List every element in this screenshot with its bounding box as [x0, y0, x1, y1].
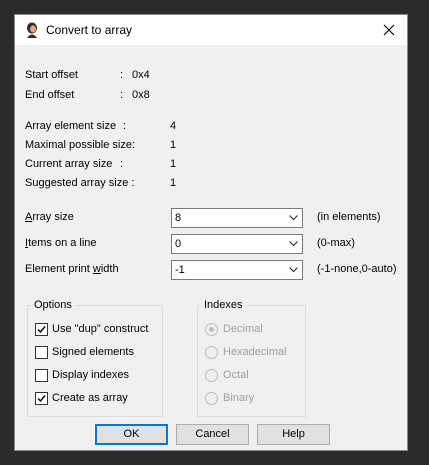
create-as-array-label: Create as array [52, 392, 128, 404]
ida-icon [27, 22, 37, 38]
radio-selected-dot [209, 327, 214, 332]
signed-elements-label: Signed elements [52, 346, 134, 358]
chevron-down-icon [289, 241, 298, 247]
start-offset-colon: : [120, 69, 124, 81]
element-print-width-label: Element print width [25, 263, 119, 275]
element-print-width-value: -1 [175, 264, 185, 276]
close-icon [383, 24, 395, 36]
array-element-size-colon: : [123, 120, 127, 132]
use-dup-label: Use "dup" construct [52, 323, 149, 335]
array-size-hint: (in elements) [317, 211, 381, 223]
suggested-array-size-value: 1 [170, 177, 177, 189]
element-print-width-combo[interactable]: -1 [171, 260, 303, 280]
binary-label: Binary [223, 392, 255, 404]
current-array-size-value: 1 [170, 158, 177, 170]
array-size-combo[interactable]: 8 [171, 208, 303, 228]
convert-to-array-dialog: Convert to array Start offset : 0x4 End … [14, 14, 408, 451]
array-size-value: 8 [175, 212, 182, 224]
array-element-size-value: 4 [170, 120, 177, 132]
items-on-line-hint: (0-max) [317, 237, 355, 249]
decimal-radio[interactable] [205, 323, 218, 336]
display-indexes-label: Display indexes [52, 369, 130, 381]
cancel-button[interactable]: Cancel [176, 424, 249, 445]
start-offset-label: Start offset [25, 69, 78, 81]
options-group-title: Options [31, 299, 75, 311]
chevron-down-icon [289, 215, 298, 221]
items-on-line-label: Items on a line [25, 237, 97, 249]
items-on-line-combo[interactable]: 0 [171, 234, 303, 254]
binary-radio[interactable] [205, 392, 218, 405]
end-offset-label: End offset [25, 89, 75, 101]
end-offset-value: 0x8 [132, 89, 150, 101]
maximal-possible-size-label: Maximal possible size: [25, 139, 136, 151]
chevron-down-icon [289, 267, 298, 273]
current-array-size-colon: : [120, 158, 124, 170]
array-element-size-label: Array element size [25, 120, 117, 132]
maximal-possible-size-value: 1 [170, 139, 177, 151]
octal-label: Octal [223, 369, 249, 381]
signed-elements-checkbox[interactable] [35, 346, 48, 359]
suggested-array-size-label: Suggested array size : [25, 177, 135, 189]
checkmark-icon [37, 326, 46, 334]
ok-button[interactable]: OK [95, 424, 168, 445]
display-indexes-checkbox[interactable] [35, 369, 48, 382]
indexes-group-title: Indexes [201, 299, 246, 311]
use-dup-checkbox[interactable] [35, 323, 48, 336]
element-print-width-hint: (-1-none,0-auto) [317, 263, 397, 275]
title-bar[interactable]: Convert to array [15, 15, 407, 45]
dialog-title: Convert to array [46, 23, 133, 37]
end-offset-colon: : [120, 89, 124, 101]
current-array-size-label: Current array size [25, 158, 113, 170]
decimal-label: Decimal [223, 323, 263, 335]
items-on-line-value: 0 [175, 238, 182, 250]
array-size-label: Array size [25, 211, 74, 223]
help-button[interactable]: Help [257, 424, 330, 445]
hexadecimal-label: Hexadecimal [223, 346, 287, 358]
close-button[interactable] [371, 15, 407, 45]
hexadecimal-radio[interactable] [205, 346, 218, 359]
checkmark-icon [37, 395, 46, 403]
octal-radio[interactable] [205, 369, 218, 382]
start-offset-value: 0x4 [132, 69, 150, 81]
create-as-array-checkbox[interactable] [35, 392, 48, 405]
